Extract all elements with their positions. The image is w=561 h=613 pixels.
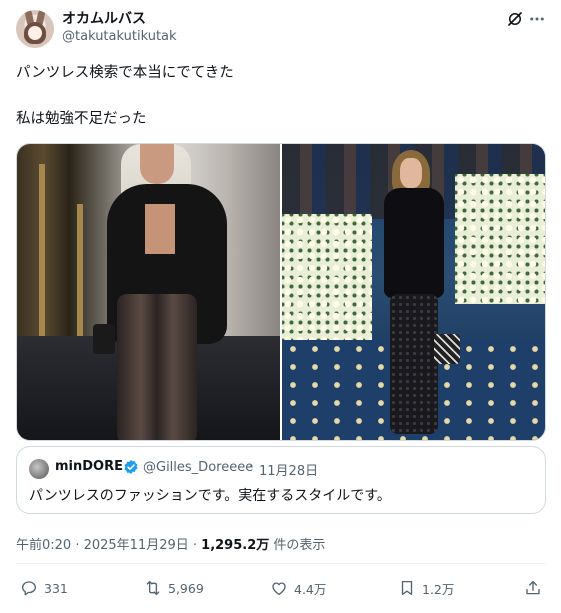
photo-2[interactable] (282, 144, 545, 440)
repost-count: 5,969 (168, 580, 204, 596)
tweet-line-1: パンツレス検索で本当にでてきた (16, 65, 234, 81)
action-bar: 331 5,969 4.4万 1.2万 (16, 576, 546, 600)
share-icon (526, 580, 540, 595)
quote-separator: · (249, 460, 254, 475)
like-icon (272, 582, 286, 596)
tweet-header: オカムルバス @takutakutikutak (16, 8, 546, 52)
quote-date: 11月28日 (259, 464, 319, 479)
tweet-line-2: 私は勉強不足だった (16, 111, 147, 127)
like-count: 4.4万 (294, 581, 327, 597)
repost-icon (146, 580, 160, 596)
photo-1[interactable] (17, 144, 282, 440)
quoted-tweet[interactable]: minDORE @Gilles_Doreeee · 11月28日 パンツレスのフ… (16, 446, 546, 514)
bookmark-button[interactable]: 1.2万 (398, 576, 454, 600)
tweet-text: パンツレス検索で本当にでてきた 私は勉強不足だった (16, 62, 536, 130)
tweet-meta: 午前0:20 · 2025年11月29日 · 1,295.2万 件の表示 (16, 534, 325, 553)
repost-button[interactable]: 5,969 (144, 576, 204, 600)
reply-button[interactable]: 331 (20, 576, 68, 600)
author-handle[interactable]: @takutakutikutak (62, 29, 177, 44)
quote-author-avatar (29, 459, 49, 479)
more-icon[interactable] (528, 10, 546, 28)
quote-author-name: minDORE (55, 459, 123, 474)
share-button[interactable] (524, 576, 542, 600)
bookmark-icon (401, 580, 413, 596)
like-button[interactable]: 4.4万 (270, 576, 326, 600)
author-display-name[interactable]: オカムルバス (62, 8, 146, 28)
verified-icon (124, 460, 138, 474)
quote-text: パンツレスのファッションです。実在するスタイルです。 (29, 488, 391, 504)
reply-icon (21, 581, 37, 596)
author-avatar[interactable] (16, 10, 54, 48)
bookmark-count: 1.2万 (422, 581, 455, 597)
tweet-timestamp[interactable]: 午前0:20 · 2025年11月29日 · (16, 538, 201, 553)
divider (16, 563, 546, 564)
views-count: 1,295.2万 (201, 538, 270, 553)
quote-author-handle: @Gilles_Doreeee (143, 460, 254, 475)
reply-count: 331 (44, 580, 68, 596)
media-grid (16, 143, 546, 441)
views-label: 件の表示 (269, 538, 326, 553)
grok-icon[interactable] (506, 10, 524, 28)
